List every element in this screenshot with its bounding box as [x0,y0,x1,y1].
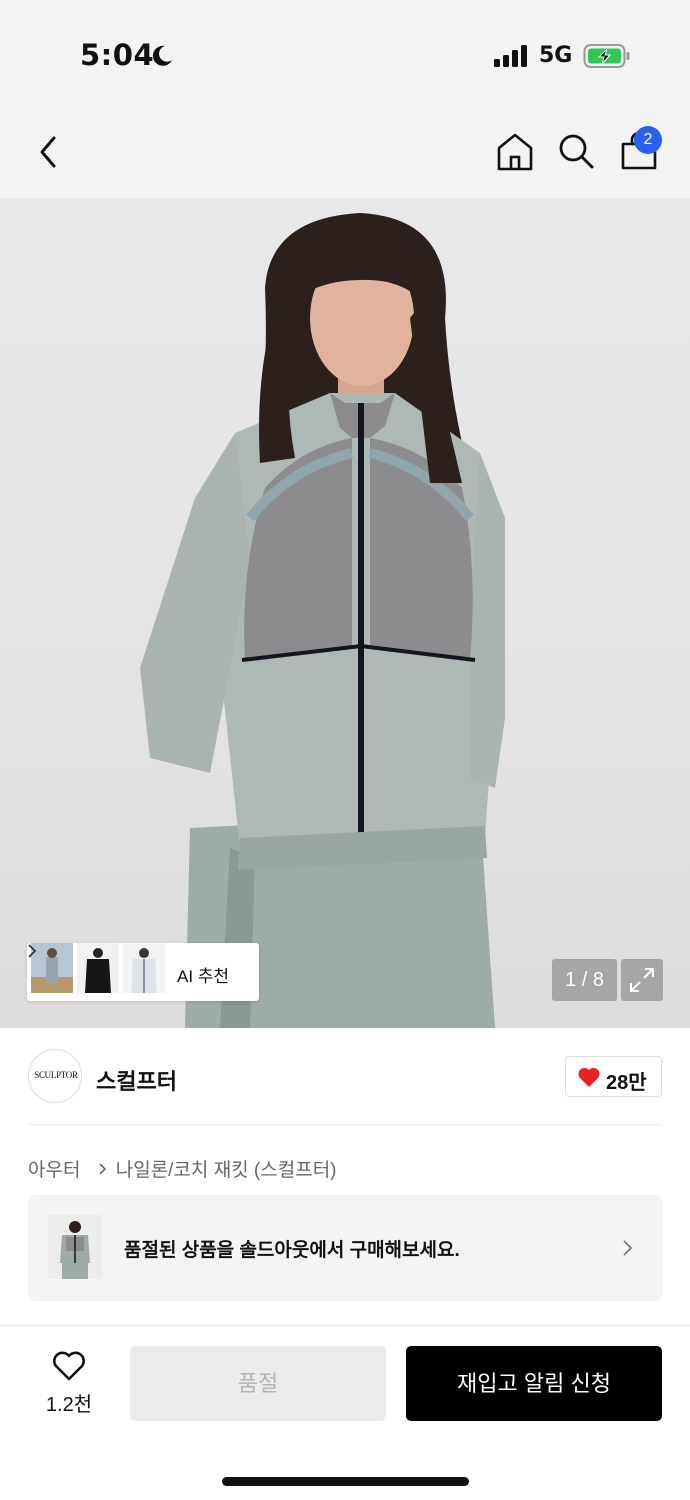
divider [28,1124,662,1125]
brand-like-button[interactable]: 28만 [565,1056,662,1097]
bottom-action-bar: 1.2천 품절 재입고 알림 신청 [0,1325,690,1500]
ai-thumb-2[interactable] [77,943,119,993]
signal-icon [494,45,527,67]
ai-recommend-chip[interactable]: AI 추천 [27,943,259,1001]
image-counter: 1 / 8 [552,959,617,1001]
chevron-right-icon [99,1162,106,1175]
home-indicator [222,1477,469,1486]
product-image[interactable]: AI 추천 1 / 8 [0,198,690,1028]
breadcrumb-subcategory[interactable]: 나일론/코치 재킷 (스컬프터) [116,1155,337,1182]
heart-outline-icon[interactable] [51,1350,87,1382]
breadcrumb-category[interactable]: 아우터 [28,1155,80,1182]
expand-button[interactable] [621,959,663,1001]
breadcrumb: 아우터 나일론/코치 재킷 (스컬프터) [28,1155,337,1181]
heart-filled-icon [578,1067,600,1087]
status-bar: 5:04 5G [0,0,690,110]
back-icon[interactable] [34,132,64,172]
battery-charging-icon [583,44,630,68]
ai-recommend-label: AI 추천 [177,967,230,986]
network-label: 5G [539,43,573,68]
expand-icon [630,968,654,992]
product-photo [140,213,505,1028]
brand-logo-text: SCULPTOR [34,1070,78,1080]
cart-count-badge: 2 [634,126,662,154]
brand-name[interactable]: 스컬프터 [96,1064,177,1096]
brand-like-count: 28만 [606,1072,647,1094]
ai-thumb-1[interactable] [31,943,73,993]
search-icon[interactable] [557,132,595,170]
restock-alert-button[interactable]: 재입고 알림 신청 [406,1346,662,1421]
status-time: 5:04 [80,38,155,72]
product-thumbnail [48,1215,102,1279]
ai-thumb-3[interactable] [123,943,165,993]
soldout-banner-text: 품절된 상품을 솔드아웃에서 구매해보세요. [124,1240,460,1261]
soldout-banner[interactable]: 품절된 상품을 솔드아웃에서 구매해보세요. [28,1195,662,1301]
wish-count: 1.2천 [45,1394,93,1416]
chevron-right-icon [623,1240,633,1256]
moon-icon [152,45,172,66]
home-icon[interactable] [495,131,535,173]
soldout-button: 품절 [130,1346,386,1421]
brand-row[interactable]: SCULPTOR 스컬프터 28만 [0,1028,690,1124]
brand-logo[interactable]: SCULPTOR [28,1049,82,1103]
chevron-right-icon [28,944,37,958]
nav-bar: 2 [0,110,690,198]
